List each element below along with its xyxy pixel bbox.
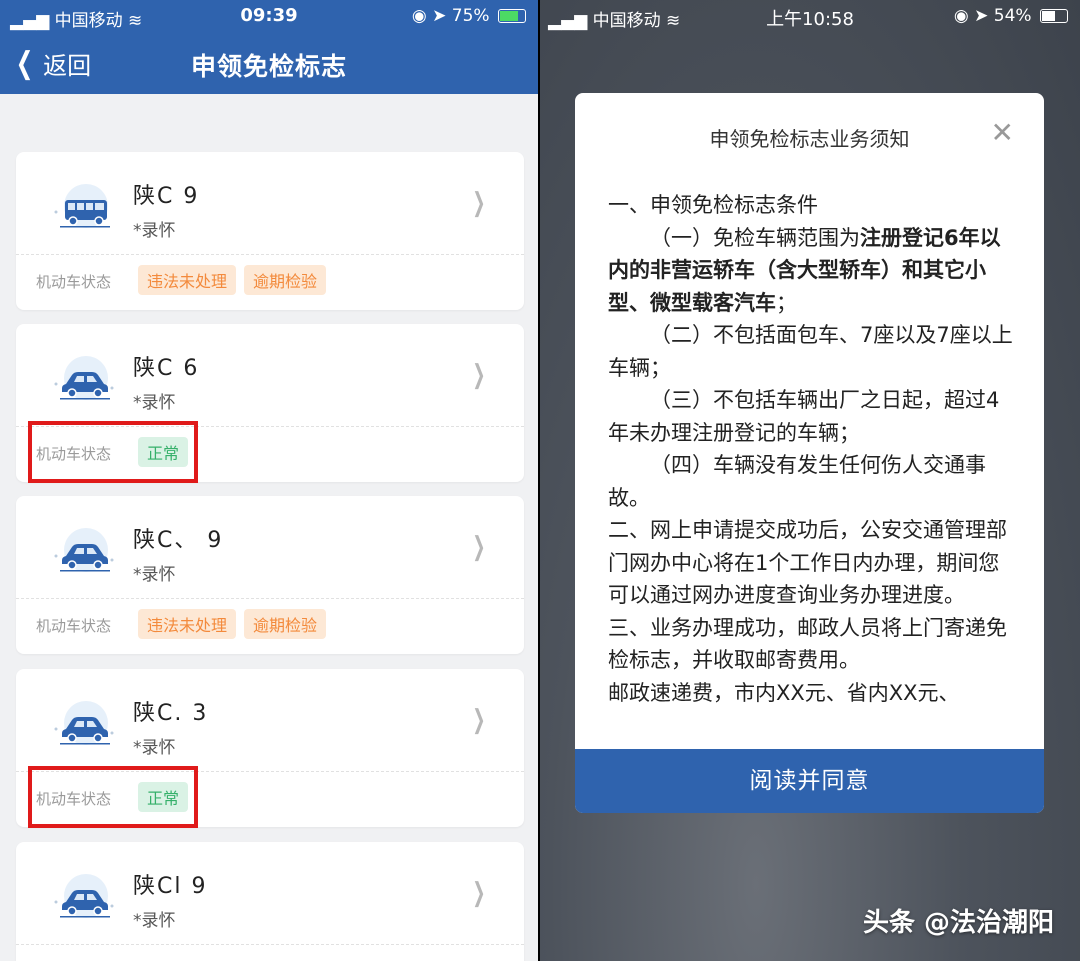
left-phone-screen: ▂▄▆ 中国移动 ≋ 09:39 ◉ ➤ 75% ❮ 返回 申领免检标志 陕C … xyxy=(0,0,538,961)
vehicle-card[interactable]: 陕Cl 9*录怀❯机动车状态 xyxy=(16,842,524,961)
status-tags: 正常 xyxy=(138,782,189,812)
status-tag: 逾期检验 xyxy=(244,609,327,639)
chevron-right-icon: ❯ xyxy=(472,878,486,908)
battery-percent: 75% xyxy=(451,6,490,26)
card-divider xyxy=(16,598,524,599)
section-2: 二、网上申请提交成功后，公安交通管理部门网办中心将在1个工作日内办理，期间您可以… xyxy=(608,518,1007,607)
owner-name: *录怀 xyxy=(133,911,176,931)
clause-1-prefix: （一）免检车辆范围为 xyxy=(650,225,860,250)
page-title: 申领免检标志 xyxy=(190,52,347,81)
nav-bar: ❮ 返回 申领免检标志 xyxy=(0,32,538,94)
owner-name: *录怀 xyxy=(133,393,176,413)
rotation-lock-icon: ◉ xyxy=(411,6,427,26)
card-divider xyxy=(16,944,524,945)
owner-name: *录怀 xyxy=(133,221,176,241)
modal-title: 申领免检标志业务须知 xyxy=(709,127,910,151)
clause-2: （二）不包括面包车、7座以及7座以上车辆； xyxy=(608,323,1013,380)
notice-modal: 申领免检标志业务须知 ✕ 一、申领免检标志条件 （一）免检车辆范围为注册登记6年… xyxy=(575,93,1044,813)
card-divider xyxy=(16,771,524,772)
card-divider xyxy=(16,254,524,255)
vehicle-card[interactable]: 陕C 6 *录怀 ❯ 机动车状态 正常 xyxy=(16,324,524,482)
plate-number: 陕C、 9 xyxy=(133,528,224,553)
read-and-agree-button[interactable]: 阅读并同意 xyxy=(575,749,1044,813)
clause-1: （一）免检车辆范围为注册登记6年以内的非营运轿车（含大型轿车）和其它小型、微型载… xyxy=(608,222,1018,320)
right-phone-screen: ▂▄▆ 中国移动 ≋ 上午10:58 ◉ ➤ 54% 申领免检标志业务须知 ✕ … xyxy=(540,0,1080,961)
vehicle-state-label: 机动车状态 xyxy=(36,617,112,635)
owner-name: *录怀 xyxy=(133,738,176,758)
car-icon xyxy=(52,354,116,404)
plate-number: 陕Cl 9 xyxy=(133,874,208,899)
status-right: ◉ ➤ 54% xyxy=(954,6,1068,26)
battery-icon xyxy=(498,9,526,23)
modal-body: 一、申领免检标志条件 （一）免检车辆范围为注册登记6年以内的非营运轿车（含大型轿… xyxy=(608,189,1018,749)
plate-number: 陕C 6 xyxy=(133,356,200,381)
battery-icon xyxy=(1040,9,1068,23)
chevron-right-icon: ❯ xyxy=(472,705,486,735)
chevron-right-icon: ❯ xyxy=(472,532,486,562)
status-bar: ▂▄▆ 中国移动 ≋ 上午10:58 ◉ ➤ 54% xyxy=(540,0,1080,32)
clause-1-suffix: ； xyxy=(776,290,797,315)
vehicle-state-label: 机动车状态 xyxy=(36,790,112,808)
vehicle-card[interactable]: 陕C 9 *录怀 ❯ 机动车状态 违法未处理 逾期检验 xyxy=(16,152,524,310)
section-1-heading: 一、申领免检标志条件 xyxy=(608,193,818,217)
status-tag: 逾期检验 xyxy=(244,265,327,295)
battery-percent: 54% xyxy=(993,6,1032,26)
chevron-right-icon: ❯ xyxy=(472,188,486,218)
car-icon xyxy=(52,699,116,749)
clause-3: （三）不包括车辆出厂之日起，超过4年未办理注册登记的车辆； xyxy=(608,388,1000,445)
plate-number: 陕C 9 xyxy=(133,184,200,209)
status-right: ◉ ➤ 75% xyxy=(412,6,526,26)
vehicle-card[interactable]: 陕C、 9 *录怀 ❯ 机动车状态 违法未处理 逾期检验 xyxy=(16,496,524,654)
car-icon xyxy=(52,526,116,576)
status-tag: 正常 xyxy=(138,437,189,467)
status-bar: ▂▄▆ 中国移动 ≋ 09:39 ◉ ➤ 75% xyxy=(0,0,538,32)
clause-4: （四）车辆没有发生任何伤人交通事故。 xyxy=(608,453,986,510)
location-icon: ➤ xyxy=(432,6,447,26)
status-tags: 违法未处理 逾期检验 xyxy=(138,265,327,295)
chevron-right-icon: ❯ xyxy=(472,360,486,390)
location-icon: ➤ xyxy=(974,6,989,26)
car-icon xyxy=(52,872,116,922)
postal-fee-note: 邮政速递费，市内XX元、省内XX元、 xyxy=(608,680,960,705)
rotation-lock-icon: ◉ xyxy=(953,6,969,26)
status-tag: 正常 xyxy=(138,782,189,812)
owner-name: *录怀 xyxy=(133,565,176,585)
vehicle-state-label: 机动车状态 xyxy=(36,445,112,463)
plate-number: 陕C. 3 xyxy=(133,701,209,726)
section-3: 三、业务办理成功，邮政人员将上门寄递免检标志，并收取邮寄费用。 xyxy=(608,615,1007,673)
vehicle-state-label: 机动车状态 xyxy=(36,273,112,291)
close-icon[interactable]: ✕ xyxy=(991,119,1014,147)
status-tag: 违法未处理 xyxy=(138,265,237,295)
bus-icon xyxy=(52,182,116,232)
status-tags: 违法未处理 逾期检验 xyxy=(138,609,327,639)
watermark: 头条 @法治潮阳 xyxy=(862,908,1054,938)
vehicle-card[interactable]: 陕C. 3 *录怀 ❯ 机动车状态 正常 xyxy=(16,669,524,827)
status-tags: 正常 xyxy=(138,437,189,467)
status-tag: 违法未处理 xyxy=(138,609,237,639)
card-divider xyxy=(16,426,524,427)
